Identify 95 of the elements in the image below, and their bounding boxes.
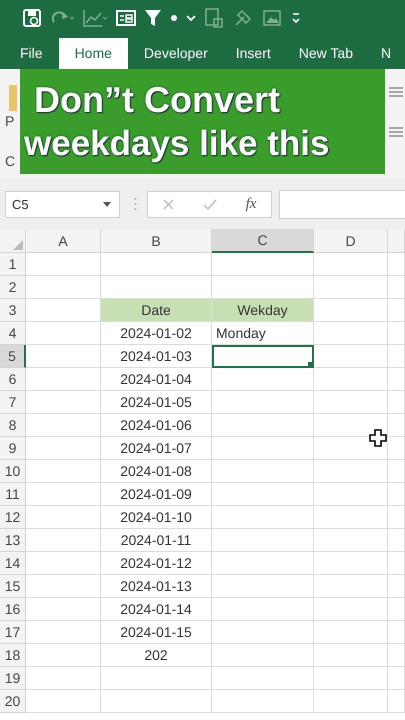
table-cell: 202 [101, 644, 212, 667]
header-cell: Date [101, 299, 212, 322]
table-cell [388, 529, 405, 552]
table-cell [388, 437, 405, 460]
row-header[interactable]: 2 [0, 276, 26, 299]
column-header[interactable]: B [101, 229, 212, 253]
row-header[interactable]: 3 [0, 299, 26, 322]
table-cell [388, 276, 405, 299]
caret-icon[interactable] [103, 202, 111, 206]
row-header[interactable]: 10 [0, 460, 26, 483]
ribbon-tab[interactable]: New Tab [286, 38, 365, 69]
row-header[interactable]: 14 [0, 552, 26, 575]
table-cell [388, 644, 405, 667]
cancel-icon[interactable] [162, 198, 174, 210]
customize-icon[interactable] [290, 10, 302, 24]
ribbon-tab[interactable]: File [8, 38, 55, 69]
corner-triangle-icon [13, 240, 23, 250]
caret-icon[interactable] [186, 14, 196, 22]
table-cell [388, 506, 405, 529]
table-cell [388, 299, 405, 322]
align-icon[interactable] [389, 87, 403, 97]
table-cell: 2024-01-08 [101, 460, 212, 483]
caption-text: weekdays like this [24, 122, 330, 164]
column-header[interactable]: A [26, 229, 101, 253]
table-cell [388, 322, 405, 345]
save-icon[interactable] [22, 8, 42, 28]
table-cell [388, 598, 405, 621]
check-icon[interactable] [202, 198, 217, 210]
ribbon-tab[interactable]: Developer [132, 38, 220, 69]
column-header[interactable]: C [212, 229, 314, 253]
table-cell [388, 690, 405, 713]
table-cell [388, 575, 405, 598]
column-header[interactable]: D [314, 229, 388, 253]
table-cell: 2024-01-11 [101, 529, 212, 552]
grip-icon [134, 197, 137, 211]
ribbon-tab[interactable]: Home [58, 38, 128, 69]
table-cell [388, 391, 405, 414]
page-icon[interactable] [204, 6, 224, 28]
row-header[interactable]: 1 [0, 253, 26, 276]
row-header[interactable]: 5 [0, 345, 26, 368]
table-cell: 2024-01-09 [101, 483, 212, 506]
row-header[interactable]: 6 [0, 368, 26, 391]
ribbon-tab[interactable]: N [368, 38, 404, 69]
ribbon-tab[interactable]: Insert [224, 38, 283, 69]
row-header[interactable]: 4 [0, 322, 26, 345]
table-cell: 2024-01-13 [101, 575, 212, 598]
row-header[interactable]: 18 [0, 644, 26, 667]
table-cell: 2024-01-10 [101, 506, 212, 529]
row-header[interactable]: 19 [0, 667, 26, 690]
filter-icon[interactable] [144, 8, 162, 28]
caption-text: Don”t Convert [34, 78, 281, 122]
table-cell [388, 667, 405, 690]
ribbon-label: P [5, 113, 14, 129]
table-cell [388, 368, 405, 391]
row-header[interactable]: 20 [0, 690, 26, 713]
table-cell [388, 483, 405, 506]
image-icon[interactable] [262, 8, 282, 28]
cell-reference: C5 [12, 196, 29, 212]
row-header[interactable]: 7 [0, 391, 26, 414]
formula-input[interactable] [279, 190, 405, 218]
column-header[interactable] [388, 229, 405, 253]
table-cell [388, 345, 405, 368]
row-header[interactable]: 15 [0, 575, 26, 598]
row-header[interactable]: 12 [0, 506, 26, 529]
cursor-icon [369, 429, 387, 447]
table-cell [388, 414, 405, 437]
table-cell: 2024-01-12 [101, 552, 212, 575]
table-cell: 2024-01-07 [101, 437, 212, 460]
row-header[interactable]: 11 [0, 483, 26, 506]
table-cell [388, 621, 405, 644]
table-cell [388, 460, 405, 483]
row-header[interactable]: 17 [0, 621, 26, 644]
name-box[interactable]: C5 [5, 190, 120, 218]
chart-icon[interactable] [82, 8, 108, 28]
dot-icon[interactable] [170, 14, 178, 22]
ribbon-label: C [5, 153, 16, 169]
row-header[interactable]: 13 [0, 529, 26, 552]
table-cell: 2024-01-14 [101, 598, 212, 621]
row-header[interactable]: 16 [0, 598, 26, 621]
table-cell: 2024-01-05 [101, 391, 212, 414]
table-cell: 2024-01-04 [101, 368, 212, 391]
row-header[interactable]: 8 [0, 414, 26, 437]
table-cell: 2024-01-06 [101, 414, 212, 437]
table-cell: Monday [212, 322, 314, 345]
align-icon[interactable] [389, 127, 403, 137]
table-cell [388, 552, 405, 575]
form-icon[interactable] [116, 8, 136, 26]
table-cell [388, 253, 405, 276]
insert-function-button[interactable]: fx [246, 196, 256, 212]
header-cell: Wekday [212, 299, 314, 322]
row-header[interactable]: 9 [0, 437, 26, 460]
select-all-button[interactable] [0, 229, 26, 253]
table-cell: 2024-01-02 [101, 322, 212, 345]
table-cell: 2024-01-03 [101, 345, 212, 368]
table-cell: 2024-01-15 [101, 621, 212, 644]
